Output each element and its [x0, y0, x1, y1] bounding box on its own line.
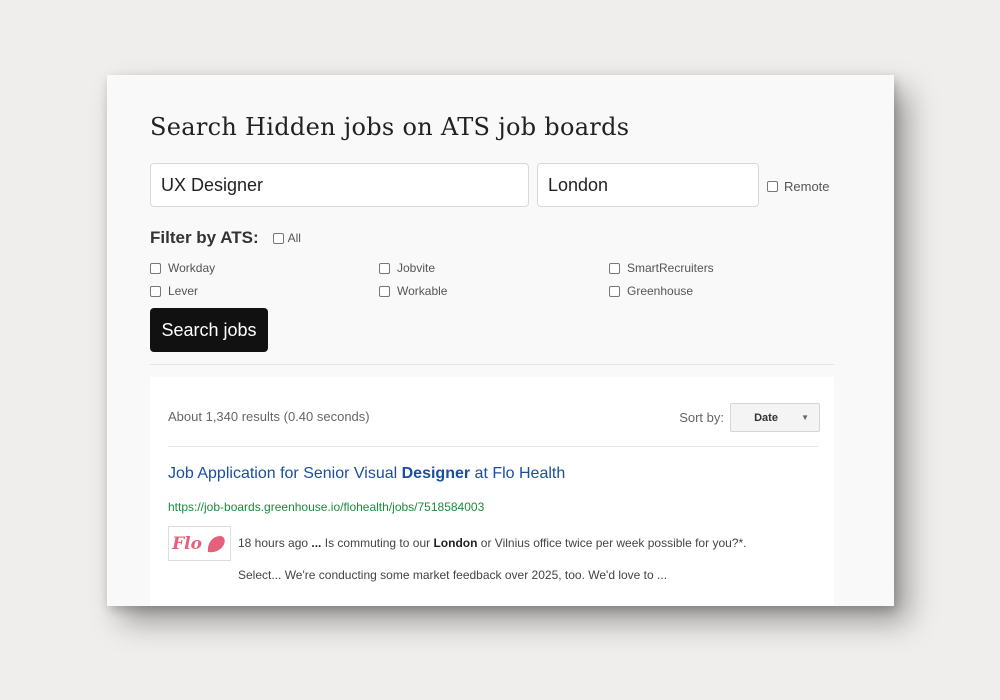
result-title-highlight: Designer [401, 465, 471, 482]
result-title-link[interactable]: Job Application for Senior Visual Design… [168, 465, 565, 483]
result-title-pre: Job Application for Senior Visual [168, 465, 402, 482]
results-divider [168, 446, 818, 447]
keyword-input[interactable] [150, 163, 529, 207]
filter-header: Filter by ATS: All [150, 228, 301, 248]
search-card: Search Hidden jobs on ATS job boards Rem… [107, 75, 894, 606]
remote-label: Remote [784, 179, 830, 194]
sort-control: Sort by: Date ▼ [679, 403, 820, 432]
ats-checkbox[interactable] [379, 285, 390, 297]
remote-checkbox-group[interactable]: Remote [767, 179, 830, 194]
all-checkbox[interactable] [272, 232, 284, 244]
snippet-time: 18 hours ago [238, 536, 312, 550]
logo-text: Flo [172, 533, 202, 554]
company-logo: Flo [168, 526, 231, 561]
ats-label: Greenhouse [627, 284, 694, 298]
result-title-post: at Flo Health [470, 465, 566, 482]
snippet-text-b: or Vilnius office twice per week possibl… [477, 536, 747, 550]
sort-value: Date [754, 411, 778, 424]
ats-label: Jobvite [397, 261, 436, 275]
all-label: All [287, 231, 301, 245]
ats-label: Workable [397, 284, 448, 298]
remote-checkbox[interactable] [767, 181, 778, 192]
snippet-text-a: Is commuting to our [321, 536, 434, 550]
ats-checkbox[interactable] [609, 285, 620, 297]
snippet-highlight: London [433, 536, 478, 550]
results-panel: About 1,340 results (0.40 seconds) Sort … [150, 377, 834, 606]
search-jobs-button[interactable]: Search jobs [150, 308, 268, 352]
ats-checkbox[interactable] [150, 262, 161, 274]
ats-label: Workday [168, 261, 216, 275]
ats-checkbox[interactable] [609, 262, 620, 274]
ats-option-smartrecruiters[interactable]: SmartRecruiters [609, 261, 714, 275]
result-url[interactable]: https://job-boards.greenhouse.io/floheal… [168, 500, 484, 514]
section-divider [150, 364, 834, 365]
ats-option-greenhouse[interactable]: Greenhouse [609, 284, 693, 298]
ats-option-workable[interactable]: Workable [379, 284, 447, 298]
result-snippet-line-2: Select... We're conducting some market f… [238, 568, 668, 582]
ats-label: SmartRecruiters [627, 261, 714, 275]
result-snippet-line-1: 18 hours ago ... Is commuting to our Lon… [238, 536, 746, 550]
page-title: Search Hidden jobs on ATS job boards [150, 113, 630, 141]
ats-checkbox[interactable] [379, 262, 390, 274]
location-input[interactable] [537, 163, 759, 207]
sort-select[interactable]: Date ▼ [730, 403, 820, 432]
ats-checkbox[interactable] [150, 285, 161, 297]
results-stats: About 1,340 results (0.40 seconds) [168, 409, 370, 424]
sort-label: Sort by: [679, 410, 724, 425]
snippet-ellipsis: ... [311, 536, 322, 550]
all-checkbox-group[interactable]: All [272, 231, 301, 245]
ats-label: Lever [168, 284, 199, 298]
ats-option-lever[interactable]: Lever [150, 284, 198, 298]
chevron-down-icon: ▼ [801, 413, 809, 422]
ats-option-workday[interactable]: Workday [150, 261, 215, 275]
ats-option-jobvite[interactable]: Jobvite [379, 261, 435, 275]
petal-icon [207, 535, 225, 552]
filter-title: Filter by ATS: [150, 228, 259, 247]
